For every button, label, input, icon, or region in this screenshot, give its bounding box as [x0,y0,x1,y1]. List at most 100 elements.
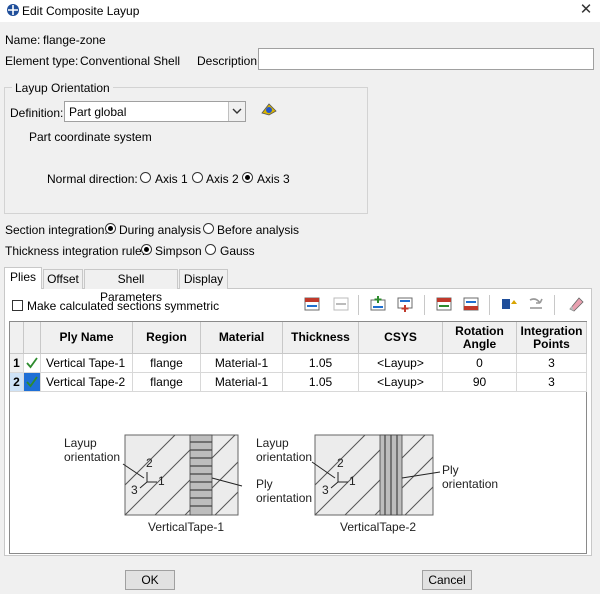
definition-value: Part global [69,105,126,119]
gauss-radio[interactable] [205,244,216,255]
fig-left-axis-2: 2 [146,456,153,470]
add-row-before-icon[interactable] [368,295,388,313]
close-button[interactable]: ✕ [577,1,595,19]
col-material: Material [201,322,283,354]
fig-right-ply-orientation-label: orientation [442,477,498,491]
row-number: 2 [10,373,24,392]
axis-1-radio[interactable] [140,172,151,183]
name-label: Name: [5,33,40,47]
csys-cell[interactable]: <Layup> [359,373,443,392]
tab-display[interactable]: Display [179,269,228,289]
col-ply-name: Ply Name [41,322,133,354]
material-cell[interactable]: Material-1 [201,373,283,392]
layup-orientation-title: Layup Orientation [12,81,113,95]
checkmark-icon [25,375,39,389]
during-analysis-radio[interactable] [105,223,116,234]
fig-right-axis-3: 3 [322,483,329,497]
axis-3-radio[interactable] [242,172,253,183]
insert-row-after-icon[interactable] [331,295,351,313]
fig-left-axis-1: 1 [158,474,165,488]
title-bar: Edit Composite Layup ✕ [0,0,600,22]
paste-row-icon[interactable] [461,295,481,313]
row-number-header [10,322,24,354]
move-down-icon[interactable] [526,295,546,313]
copy-row-icon[interactable] [434,295,454,313]
fig-right-layup-orientation-label: orientation [256,450,312,464]
description-label: Description: [197,54,260,68]
chevron-down-icon [228,102,245,121]
element-type-label: Element type: [5,54,78,68]
symmetric-checkbox-label: Make calculated sections symmetric [27,299,219,313]
integration-points-cell[interactable]: 3 [517,373,587,392]
fig-right-caption: VerticalTape-2 [340,520,416,534]
region-cell[interactable]: flange [133,354,201,373]
csys-picker-icon[interactable] [260,101,278,117]
rotation-angle-cell[interactable]: 0 [443,354,517,373]
toolbar-divider [489,295,490,315]
fig-right-axis-1: 1 [349,474,356,488]
integration-points-cell[interactable]: 3 [517,354,587,373]
tab-offset[interactable]: Offset [43,269,83,289]
definition-label: Definition: [10,106,63,120]
csys-cell[interactable]: <Layup> [359,354,443,373]
ply-orientation-figure: Layup orientation Ply orientation Vertic… [50,428,520,540]
gauss-label: Gauss [220,244,255,258]
name-value: flange-zone [43,33,106,47]
ply-name-cell[interactable]: Vertical Tape-1 [41,354,133,373]
before-analysis-radio[interactable] [203,223,214,234]
description-field[interactable] [258,48,594,70]
app-icon [6,3,20,17]
normal-direction-label: Normal direction: [47,172,138,186]
material-cell[interactable]: Material-1 [201,354,283,373]
row-number: 1 [10,354,24,373]
tab-shell-parameters[interactable]: Shell Parameters [84,269,178,289]
coord-system-text: Part coordinate system [29,130,152,144]
simpson-label: Simpson [155,244,202,258]
table-row-status[interactable] [24,354,41,373]
fig-left-layup-orientation-label: orientation [64,450,120,464]
axis-2-radio[interactable] [192,172,203,183]
fig-left-caption: VerticalTape-1 [148,520,224,534]
fig-right-axis-2: 2 [337,456,344,470]
col-region: Region [133,322,201,354]
fig-left-axis-3: 3 [131,483,138,497]
move-up-icon[interactable] [499,295,519,313]
symmetric-checkbox[interactable] [12,300,23,311]
simpson-radio[interactable] [141,244,152,255]
col-integration-points: Integration Points [517,322,587,354]
eraser-icon[interactable] [565,295,585,313]
checkmark-icon [25,356,39,370]
close-icon: ✕ [580,1,593,18]
ply-name-cell[interactable]: Vertical Tape-2 [41,373,133,392]
section-integration-label: Section integration: [5,223,108,237]
during-analysis-label: During analysis [119,223,201,237]
fig-left-ply-orientation-label: orientation [256,491,312,505]
fig-left-layup-label: Layup [64,436,97,450]
fig-right-layup-label: Layup [256,436,289,450]
add-row-after-icon[interactable] [395,295,415,313]
thickness-integration-label: Thickness integration rule: [5,244,145,258]
ok-button[interactable]: OK [125,570,175,590]
insert-row-before-icon[interactable] [302,295,322,313]
status-header [24,322,41,354]
col-rotation-angle: Rotation Angle [443,322,517,354]
window-title: Edit Composite Layup [22,4,139,18]
thickness-cell[interactable]: 1.05 [283,354,359,373]
fig-right-ply-label: Ply [442,463,459,477]
toolbar-divider [358,295,359,315]
region-cell[interactable]: flange [133,373,201,392]
axis-2-label: Axis 2 [206,172,239,186]
rotation-angle-cell[interactable]: 90 [443,373,517,392]
tab-plies[interactable]: Plies [4,267,42,289]
toolbar-divider [554,295,555,315]
definition-select[interactable]: Part global [64,101,246,122]
axis-3-label: Axis 3 [257,172,290,186]
table-row-status[interactable] [24,373,41,392]
thickness-cell[interactable]: 1.05 [283,373,359,392]
ply-diagram-2 [312,435,485,515]
before-analysis-label: Before analysis [217,223,299,237]
col-csys: CSYS [359,322,443,354]
element-type-value: Conventional Shell [80,54,180,68]
cancel-button[interactable]: Cancel [422,570,472,590]
axis-1-label: Axis 1 [155,172,188,186]
